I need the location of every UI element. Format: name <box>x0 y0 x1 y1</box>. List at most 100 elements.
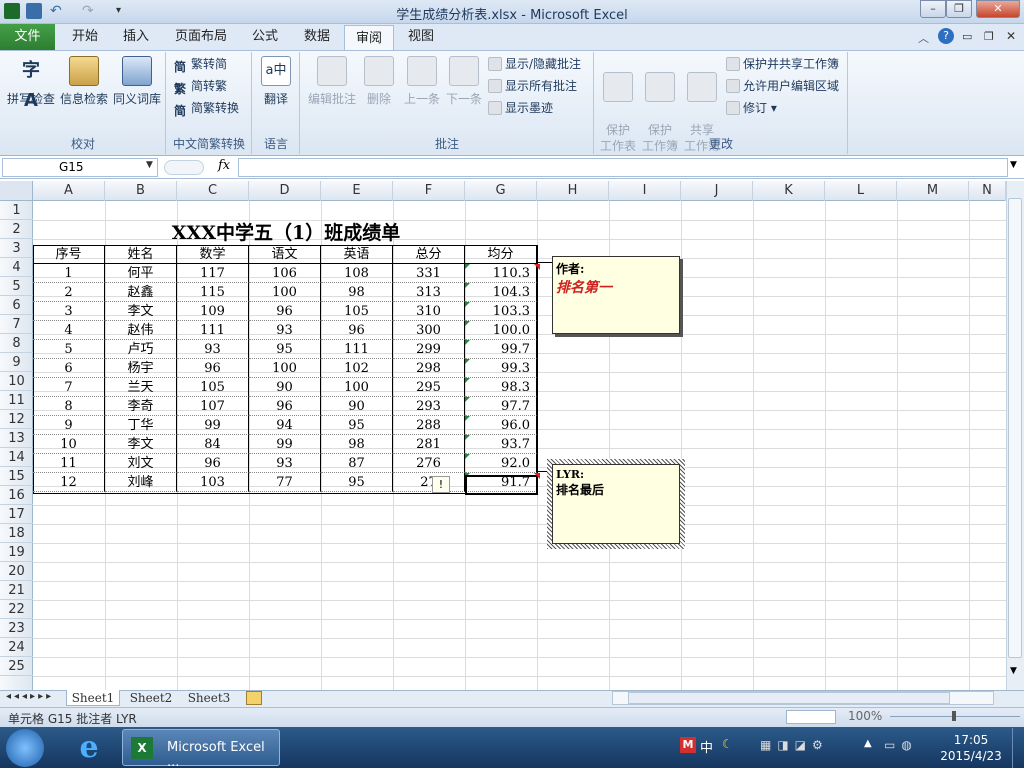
table-cell[interactable]: 298 <box>393 359 465 378</box>
row-header[interactable]: 4 <box>0 258 33 277</box>
row-header[interactable]: 19 <box>0 543 33 562</box>
table-cell[interactable]: 109 <box>177 302 249 321</box>
sheet-tab-1[interactable]: Sheet1 <box>66 690 120 706</box>
row-header[interactable]: 5 <box>0 277 33 296</box>
horizontal-scroll-thumb[interactable] <box>628 692 950 704</box>
table-cell[interactable]: 107 <box>177 397 249 416</box>
restore-button[interactable]: ❐ <box>946 0 972 18</box>
close-button[interactable]: ✕ <box>976 0 1020 18</box>
row-header[interactable]: 11 <box>0 391 33 410</box>
edit-comment-button[interactable]: 编辑批注 <box>306 56 358 107</box>
table-cell[interactable]: 90 <box>249 378 321 397</box>
thesaurus-button[interactable]: 同义词库 <box>110 56 164 107</box>
table-cell[interactable]: 300 <box>393 321 465 340</box>
tab-file[interactable]: 文件 <box>0 24 55 50</box>
delete-comment-button[interactable]: 删除 <box>360 56 398 107</box>
error-warning-icon[interactable]: ! <box>432 476 450 493</box>
table-cell[interactable]: 293 <box>393 397 465 416</box>
table-cell[interactable]: 李奇 <box>105 397 177 416</box>
row-header[interactable]: 14 <box>0 448 33 467</box>
table-cell[interactable]: 105 <box>177 378 249 397</box>
name-box-dropdown-icon[interactable]: ▼ <box>146 160 153 170</box>
table-cell[interactable]: 刘文 <box>105 454 177 473</box>
scroll-down-icon[interactable]: ▼ <box>1010 666 1017 676</box>
table-cell[interactable]: 27 <box>393 473 465 492</box>
row-header[interactable]: 7 <box>0 315 33 334</box>
help-icon[interactable]: ? <box>938 28 954 44</box>
show-hidden-icons[interactable]: ▲ <box>864 738 872 749</box>
column-header[interactable]: E <box>321 181 393 201</box>
table-header-cell[interactable]: 总分 <box>393 245 465 264</box>
comment-box-top[interactable]: 作者: 排名第一 <box>552 256 680 334</box>
table-header-cell[interactable]: 姓名 <box>105 245 177 264</box>
row-header[interactable]: 2 <box>0 220 33 239</box>
tab-insert[interactable]: 插入 <box>112 24 160 50</box>
table-cell[interactable]: 87 <box>321 454 393 473</box>
redo-icon[interactable]: ↷ <box>82 3 98 19</box>
table-cell[interactable]: 9 <box>33 416 105 435</box>
table-cell[interactable]: 106 <box>249 264 321 283</box>
formula-input[interactable] <box>238 158 1008 177</box>
ime-logo-icon[interactable]: M <box>680 737 696 753</box>
table-cell[interactable]: 92.0 <box>465 454 537 473</box>
tab-page-layout[interactable]: 页面布局 <box>168 24 234 50</box>
column-header[interactable]: M <box>897 181 969 201</box>
table-cell[interactable]: 90 <box>321 397 393 416</box>
column-header[interactable]: F <box>393 181 465 201</box>
name-box[interactable]: G15 <box>2 158 158 177</box>
next-comment-button[interactable]: 下一条 <box>444 56 484 107</box>
table-cell[interactable]: 何平 <box>105 264 177 283</box>
table-cell[interactable]: 98.3 <box>465 378 537 397</box>
table-cell[interactable]: 103.3 <box>465 302 537 321</box>
table-cell[interactable]: 96 <box>249 397 321 416</box>
table-cell[interactable]: 93 <box>249 454 321 473</box>
column-header[interactable]: H <box>537 181 609 201</box>
column-header[interactable]: B <box>105 181 177 201</box>
table-cell[interactable]: 96 <box>321 321 393 340</box>
table-cell[interactable]: 李文 <box>105 435 177 454</box>
customize-qat-icon[interactable]: ▾ <box>116 3 132 19</box>
table-cell[interactable]: 1 <box>33 264 105 283</box>
table-cell[interactable]: 杨宇 <box>105 359 177 378</box>
view-buttons[interactable] <box>786 710 836 724</box>
comment-box-bottom[interactable]: LYR: 排名最后 <box>552 464 680 544</box>
table-cell[interactable]: 104.3 <box>465 283 537 302</box>
table-cell[interactable]: 100 <box>321 378 393 397</box>
moon-icon[interactable]: ☾ <box>722 737 733 751</box>
show-ink-button[interactable]: 显示墨迹 <box>488 98 553 118</box>
table-cell[interactable]: 331 <box>393 264 465 283</box>
system-tray-icons[interactable]: ▭◍ <box>884 738 918 752</box>
tray-icons[interactable]: ▦◨◪⚙ <box>760 738 829 752</box>
formula-divider-handle[interactable] <box>164 160 204 175</box>
save-icon[interactable] <box>26 3 42 19</box>
table-cell[interactable]: 刘峰 <box>105 473 177 492</box>
sheet-title[interactable]: XXX中学五（1）班成绩单 <box>106 221 466 245</box>
row-header[interactable]: 18 <box>0 524 33 543</box>
table-cell[interactable]: 95 <box>321 416 393 435</box>
row-header[interactable]: 25 <box>0 657 33 676</box>
table-cell[interactable]: 95 <box>321 473 393 492</box>
allow-edit-ranges-button[interactable]: 允许用户编辑区域 <box>726 76 839 96</box>
table-cell[interactable]: 310 <box>393 302 465 321</box>
table-cell[interactable]: 99.7 <box>465 340 537 359</box>
expand-formula-icon[interactable]: ▼ <box>1010 160 1017 170</box>
table-header-cell[interactable]: 均分 <box>465 245 537 264</box>
wb-minimize-icon[interactable]: ▭ <box>962 30 972 43</box>
research-button[interactable]: 信息检索 <box>58 56 110 107</box>
internet-explorer-icon[interactable]: e <box>72 731 106 765</box>
table-header-cell[interactable]: 数学 <box>177 245 249 264</box>
undo-icon[interactable]: ↶ <box>50 3 66 19</box>
row-header[interactable]: 3 <box>0 239 33 258</box>
row-header[interactable]: 15 <box>0 467 33 486</box>
spell-check-button[interactable]: 字A 拼写检查 <box>4 56 58 111</box>
row-header[interactable]: 1 <box>0 201 33 220</box>
table-cell[interactable]: 100 <box>249 283 321 302</box>
table-header-cell[interactable]: 语文 <box>249 245 321 264</box>
table-cell[interactable]: 281 <box>393 435 465 454</box>
taskbar-excel-button[interactable]: X Microsoft Excel ... <box>122 729 280 770</box>
sheet-nav-icon[interactable]: ◂◂◂▸▸▸ <box>6 691 54 702</box>
table-cell[interactable]: 99 <box>177 416 249 435</box>
table-cell[interactable]: 102 <box>321 359 393 378</box>
row-header[interactable]: 20 <box>0 562 33 581</box>
table-cell[interactable]: 93 <box>249 321 321 340</box>
